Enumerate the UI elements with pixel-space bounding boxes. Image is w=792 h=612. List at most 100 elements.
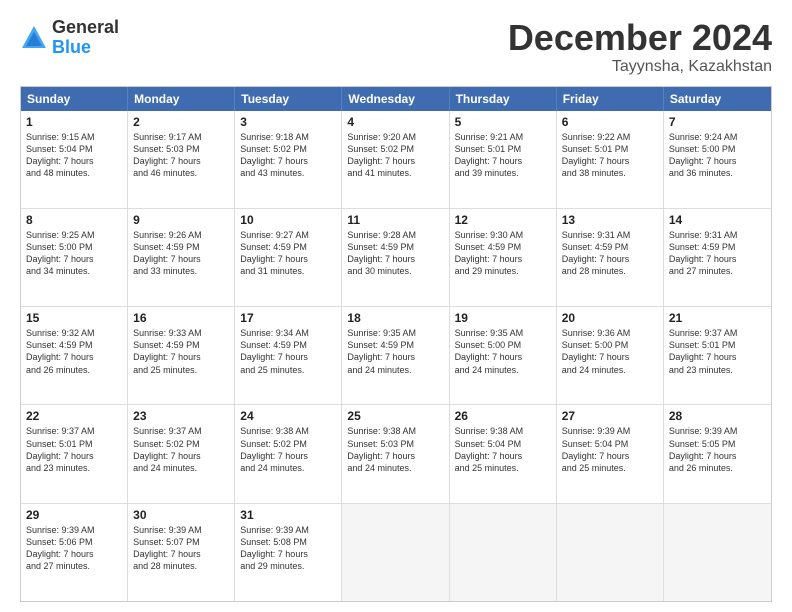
calendar-title: December 2024 [508,18,772,58]
calendar-cell: 1 Sunrise: 9:15 AMSunset: 5:04 PMDaylight… [21,111,128,208]
calendar-cell: 3 Sunrise: 9:18 AMSunset: 5:02 PMDaylight… [235,111,342,208]
day-details: Sunrise: 9:21 AMSunset: 5:01 PMDaylight:… [455,131,551,180]
logo-general: General [52,18,119,38]
calendar-cell: 4Sunrise: 9:20 AMSunset: 5:02 PMDaylight… [342,111,449,208]
calendar-cell: 24Sunrise: 9:38 AMSunset: 5:02 PMDayligh… [235,405,342,502]
day-details: Sunrise: 9:38 AMSunset: 5:04 PMDaylight:… [455,425,551,474]
day-details: Sunrise: 9:35 AMSunset: 5:00 PMDaylight:… [455,327,551,376]
calendar: Sunday Monday Tuesday Wednesday Thursday… [20,86,772,602]
day-number: 23 [133,409,229,423]
calendar-cell: 10Sunrise: 9:27 AMSunset: 4:59 PMDayligh… [235,209,342,306]
day-details: Sunrise: 9:39 AMSunset: 5:07 PMDaylight:… [133,524,229,573]
day-number: 21 [669,311,766,325]
calendar-cell: 12Sunrise: 9:30 AMSunset: 4:59 PMDayligh… [450,209,557,306]
day-details: Sunrise: 9:17 AMSunset: 5:03 PMDaylight:… [133,131,229,180]
logo-icon [20,24,48,52]
calendar-cell: 11Sunrise: 9:28 AMSunset: 4:59 PMDayligh… [342,209,449,306]
day-number: 5 [455,115,551,129]
calendar-cell [450,504,557,601]
day-number: 22 [26,409,122,423]
calendar-cell: 20Sunrise: 9:36 AMSunset: 5:00 PMDayligh… [557,307,664,404]
calendar-cell: 14 Sunrise: 9:31 AMSunset: 4:59 PMDayligh… [664,209,771,306]
day-details: Sunrise: 9:31 AMSunset: 4:59 PMDaylight:… [669,229,766,278]
day-number: 8 [26,213,122,227]
day-details: Sunrise: 9:35 AMSunset: 4:59 PMDaylight:… [347,327,443,376]
day-number: 29 [26,508,122,522]
day-number: 30 [133,508,229,522]
day-details: Sunrise: 9:37 AMSunset: 5:01 PMDaylight:… [26,425,122,474]
day-details: Sunrise: 9:18 AMSunset: 5:02 PMDaylight:… [240,131,336,180]
day-details: Sunrise: 9:39 AMSunset: 5:06 PMDaylight:… [26,524,122,573]
calendar-cell: 5 Sunrise: 9:21 AMSunset: 5:01 PMDaylight… [450,111,557,208]
day-details: Sunrise: 9:30 AMSunset: 4:59 PMDaylight:… [455,229,551,278]
calendar-cell: 31 Sunrise: 9:39 AMSunset: 5:08 PMDayligh… [235,504,342,601]
day-number: 14 [669,213,766,227]
calendar-header: Sunday Monday Tuesday Wednesday Thursday… [21,87,771,111]
calendar-cell: 18 Sunrise: 9:35 AMSunset: 4:59 PMDayligh… [342,307,449,404]
calendar-cell [557,504,664,601]
calendar-cell: 9Sunrise: 9:26 AMSunset: 4:59 PMDaylight… [128,209,235,306]
header-friday: Friday [557,87,664,111]
day-details: Sunrise: 9:38 AMSunset: 5:02 PMDaylight:… [240,425,336,474]
day-details: Sunrise: 9:22 AMSunset: 5:01 PMDaylight:… [562,131,658,180]
logo-text: General Blue [52,18,119,58]
day-details: Sunrise: 9:24 AMSunset: 5:00 PMDaylight:… [669,131,766,180]
calendar-cell: 8 Sunrise: 9:25 AMSunset: 5:00 PMDaylight… [21,209,128,306]
day-number: 10 [240,213,336,227]
calendar-cell: 6 Sunrise: 9:22 AMSunset: 5:01 PMDaylight… [557,111,664,208]
calendar-cell: 22 Sunrise: 9:37 AMSunset: 5:01 PMDayligh… [21,405,128,502]
day-number: 17 [240,311,336,325]
day-details: Sunrise: 9:28 AMSunset: 4:59 PMDaylight:… [347,229,443,278]
day-details: Sunrise: 9:38 AMSunset: 5:03 PMDaylight:… [347,425,443,474]
logo-blue: Blue [52,38,119,58]
day-number: 2 [133,115,229,129]
calendar-cell: 19 Sunrise: 9:35 AMSunset: 5:00 PMDayligh… [450,307,557,404]
day-number: 19 [455,311,551,325]
calendar-week-1: 1 Sunrise: 9:15 AMSunset: 5:04 PMDaylight… [21,111,771,208]
logo: General Blue [20,18,119,58]
day-number: 20 [562,311,658,325]
calendar-body: 1 Sunrise: 9:15 AMSunset: 5:04 PMDaylight… [21,111,771,601]
calendar-cell: 7 Sunrise: 9:24 AMSunset: 5:00 PMDaylight… [664,111,771,208]
day-number: 9 [133,213,229,227]
day-details: Sunrise: 9:37 AMSunset: 5:02 PMDaylight:… [133,425,229,474]
calendar-cell [342,504,449,601]
header: General Blue December 2024 Tayynsha, Kaz… [20,18,772,76]
title-block: December 2024 Tayynsha, Kazakhstan [508,18,772,76]
day-details: Sunrise: 9:39 AMSunset: 5:08 PMDaylight:… [240,524,336,573]
day-number: 7 [669,115,766,129]
day-details: Sunrise: 9:15 AMSunset: 5:04 PMDaylight:… [26,131,122,180]
day-number: 15 [26,311,122,325]
calendar-cell: 2 Sunrise: 9:17 AMSunset: 5:03 PMDaylight… [128,111,235,208]
header-saturday: Saturday [664,87,771,111]
calendar-week-4: 22 Sunrise: 9:37 AMSunset: 5:01 PMDayligh… [21,404,771,502]
calendar-cell: 28Sunrise: 9:39 AMSunset: 5:05 PMDayligh… [664,405,771,502]
calendar-cell: 25Sunrise: 9:38 AMSunset: 5:03 PMDayligh… [342,405,449,502]
calendar-cell: 21 Sunrise: 9:37 AMSunset: 5:01 PMDayligh… [664,307,771,404]
calendar-week-3: 15 Sunrise: 9:32 AMSunset: 4:59 PMDayligh… [21,306,771,404]
day-number: 31 [240,508,336,522]
day-details: Sunrise: 9:25 AMSunset: 5:00 PMDaylight:… [26,229,122,278]
day-details: Sunrise: 9:34 AMSunset: 4:59 PMDaylight:… [240,327,336,376]
calendar-week-5: 29 Sunrise: 9:39 AMSunset: 5:06 PMDayligh… [21,503,771,601]
header-thursday: Thursday [450,87,557,111]
day-number: 3 [240,115,336,129]
calendar-cell [664,504,771,601]
day-number: 27 [562,409,658,423]
calendar-subtitle: Tayynsha, Kazakhstan [508,58,772,76]
calendar-cell: 17 Sunrise: 9:34 AMSunset: 4:59 PMDayligh… [235,307,342,404]
day-details: Sunrise: 9:37 AMSunset: 5:01 PMDaylight:… [669,327,766,376]
header-sunday: Sunday [21,87,128,111]
calendar-cell: 23 Sunrise: 9:37 AMSunset: 5:02 PMDayligh… [128,405,235,502]
calendar-cell: 15 Sunrise: 9:32 AMSunset: 4:59 PMDayligh… [21,307,128,404]
day-number: 6 [562,115,658,129]
day-details: Sunrise: 9:32 AMSunset: 4:59 PMDaylight:… [26,327,122,376]
calendar-cell: 29 Sunrise: 9:39 AMSunset: 5:06 PMDayligh… [21,504,128,601]
day-number: 18 [347,311,443,325]
day-number: 26 [455,409,551,423]
day-number: 1 [26,115,122,129]
header-monday: Monday [128,87,235,111]
day-details: Sunrise: 9:33 AMSunset: 4:59 PMDaylight:… [133,327,229,376]
calendar-cell: 16Sunrise: 9:33 AMSunset: 4:59 PMDayligh… [128,307,235,404]
day-details: Sunrise: 9:39 AMSunset: 5:05 PMDaylight:… [669,425,766,474]
